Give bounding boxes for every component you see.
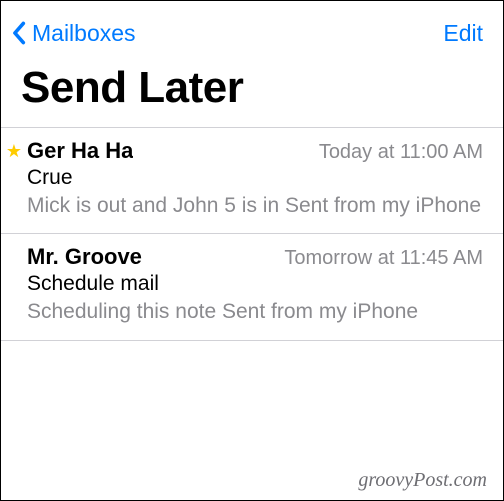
scheduled-time: Tomorrow at 11:45 AM [284,247,483,270]
star-icon: ★ [6,142,22,219]
preview-text: Scheduling this note Sent from my iPhone [27,298,483,325]
back-button[interactable]: Mailboxes [9,19,136,47]
subject: Schedule mail [27,272,483,296]
row-content: Ger Ha Ha Today at 11:00 AM Crue Mick is… [27,138,483,219]
sender-name: Mr. Groove [27,244,142,270]
message-row[interactable]: Mr. Groove Tomorrow at 11:45 AM Schedule… [1,234,503,340]
chevron-left-icon [9,19,28,47]
page-title: Send Later [1,53,503,127]
row-gutter [1,244,27,325]
preview-text: Mick is out and John 5 is in Sent from m… [27,192,483,219]
row-gutter: ★ [1,138,27,219]
back-label: Mailboxes [32,20,136,47]
edit-button[interactable]: Edit [443,20,483,47]
navbar: Mailboxes Edit [1,1,503,53]
message-row[interactable]: ★ Ger Ha Ha Today at 11:00 AM Crue Mick … [1,128,503,234]
scheduled-time: Today at 11:00 AM [319,141,483,164]
row-content: Mr. Groove Tomorrow at 11:45 AM Schedule… [27,244,483,325]
watermark: groovyPost.com [358,469,487,492]
message-list: ★ Ger Ha Ha Today at 11:00 AM Crue Mick … [1,127,503,341]
sender-name: Ger Ha Ha [27,138,133,164]
subject: Crue [27,166,483,190]
